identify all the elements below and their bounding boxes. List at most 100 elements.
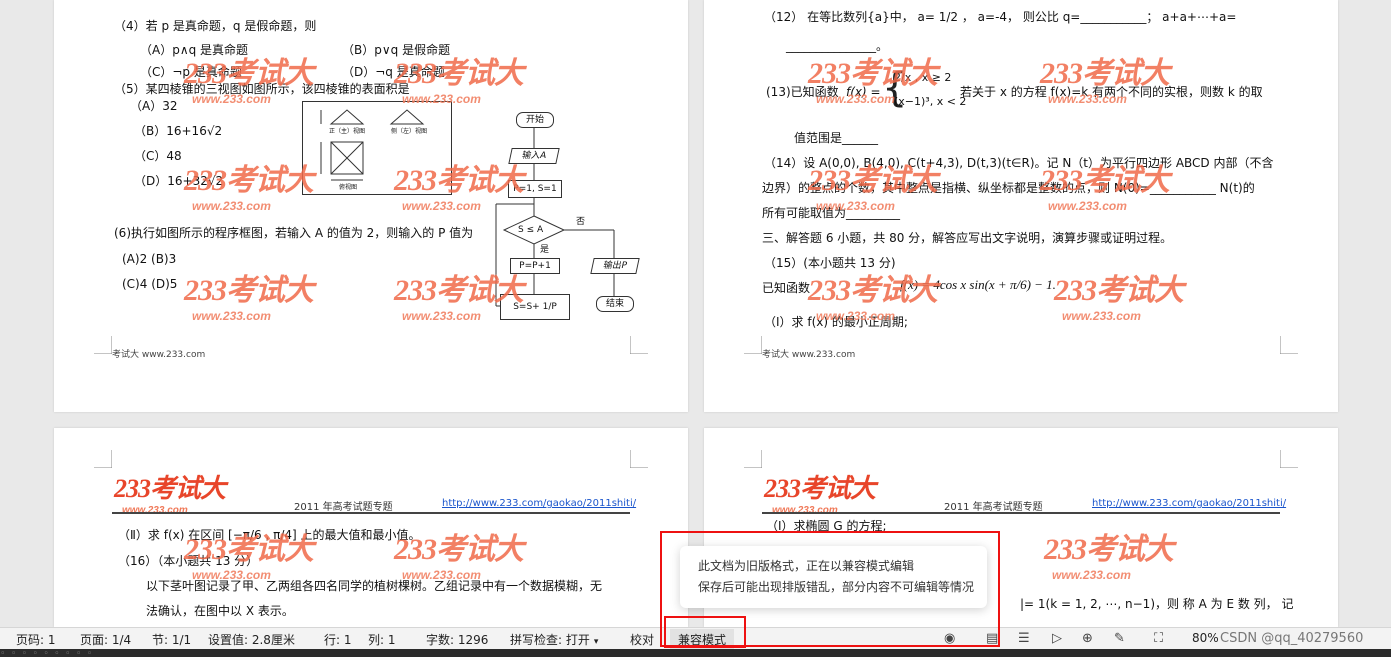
watermark-url: www.233.com xyxy=(1062,309,1141,323)
q13-range: 值范围是______ xyxy=(794,131,879,145)
watermark-logo: 233考试大 xyxy=(808,57,938,90)
watermark-url: www.233.com xyxy=(192,568,271,582)
fit-screen-icon[interactable]: ⛶ xyxy=(1154,631,1163,646)
front-view-label: 正（主）视图 xyxy=(329,128,366,135)
watermark: 233考试大 www.233.com xyxy=(394,524,524,582)
flow-start: 开始 xyxy=(516,112,554,128)
watermark-url: www.233.com xyxy=(402,309,481,323)
q5-option-a: （A）32 xyxy=(130,99,178,113)
page-footer: 考试大 www.233.com xyxy=(762,350,856,360)
status-zoom[interactable]: 80% xyxy=(1192,631,1219,645)
status-setting[interactable]: 设置值: 2.8厘米 xyxy=(208,631,295,648)
side-view-label: 侧（左）视图 xyxy=(391,128,428,135)
flow-end: 结束 xyxy=(596,296,634,312)
crop-mark-bl xyxy=(744,336,762,354)
highlight-compat-box xyxy=(664,616,746,648)
flow-no-label: 否 xyxy=(576,217,586,227)
watermark-url: www.233.com xyxy=(1048,199,1127,213)
outline-view-icon[interactable]: ☰ xyxy=(1018,631,1030,646)
watermark-url: www.233.com xyxy=(1052,568,1131,582)
watermark: 233考试大 www.233.com xyxy=(1040,48,1170,106)
header-title: 2011 年高考试题专题 xyxy=(944,502,1043,513)
console-text: ◦ ◦ ◦ ◦ ◦ ◦ ◦ ◦ ◦ xyxy=(0,649,93,657)
page-footer: 考试大 www.233.com xyxy=(112,350,206,360)
watermark-url: www.233.com xyxy=(816,199,895,213)
header-title: 2011 年高考试题专题 xyxy=(294,502,393,513)
chevron-down-icon: ▾ xyxy=(593,637,599,647)
status-col[interactable]: 列: 1 xyxy=(368,631,396,648)
watermark-url: www.233.com xyxy=(402,199,481,213)
header-rule xyxy=(112,512,630,514)
watermark-logo: 233考试大 xyxy=(808,164,938,197)
watermark: 233考试大 www.233.com xyxy=(1044,524,1174,582)
header-logo-text: 233考试大 xyxy=(114,474,226,503)
watermark-logo: 233考试大 xyxy=(394,164,524,197)
crop-mark-tr xyxy=(630,450,648,468)
status-pages[interactable]: 页面: 1/4 xyxy=(80,631,131,648)
top-view-label: 俯视图 xyxy=(339,184,358,191)
header-logo: 233考试大 www.233.com xyxy=(764,468,876,516)
csdn-credit: CSDN @qq_40279560 xyxy=(1220,631,1364,646)
flow-output: 输出P xyxy=(590,258,640,274)
watermark: 233考试大 www.233.com xyxy=(394,155,524,213)
flow-cond: S ≤ A xyxy=(518,225,544,235)
q12-text: （12） 在等比数列{a}中， a= 1/2 ， a=-4， 则公比 q=___… xyxy=(764,10,1237,24)
watermark-logo: 233考试大 xyxy=(394,57,524,90)
status-row[interactable]: 行: 1 xyxy=(324,631,352,648)
watermark-url: www.233.com xyxy=(192,309,271,323)
watermark: 233考试大 www.233.com xyxy=(184,155,314,213)
crop-mark-tr xyxy=(1280,450,1298,468)
q-sequence-tail: |= 1(k = 1, 2, ⋯, n−1)，则 称 A 为 E 数 列， 记 xyxy=(1020,597,1294,611)
header-logo-url: www.233.com xyxy=(122,505,188,516)
crop-mark-br xyxy=(630,336,648,354)
watermark-url: www.233.com xyxy=(192,92,271,106)
web-view-icon[interactable]: ⊕ xyxy=(1082,631,1093,646)
page-3: 233考试大 www.233.com 2011 年高考试题专题 http://ww… xyxy=(54,428,688,627)
crop-mark-tl xyxy=(744,450,762,468)
watermark-logo: 233考试大 xyxy=(394,274,524,307)
watermark-logo: 233考试大 xyxy=(184,57,314,90)
status-word-count[interactable]: 字数: 1296 xyxy=(426,631,488,648)
watermark-url: www.233.com xyxy=(816,92,895,106)
watermark: 233考试大 www.233.com xyxy=(184,265,314,323)
watermark: 233考试大 www.233.com xyxy=(184,48,314,106)
spell-check-label: 拼写检查: 打开 xyxy=(510,633,590,647)
header-logo-text: 233考试大 xyxy=(764,474,876,503)
q16-line2: 法确认，在图中以 X 表示。 xyxy=(146,604,294,618)
watermark: 233考试大 www.233.com xyxy=(1040,155,1170,213)
section3-heading: 三、解答题 6 小题，共 80 分，解答应写出文字说明，演算步骤或证明过程。 xyxy=(762,231,1173,245)
status-section[interactable]: 节: 1/1 xyxy=(152,631,191,648)
q4-text: （4）若 p 是真命题，q 是假命题，则 xyxy=(114,19,317,33)
watermark: 233考试大 www.233.com xyxy=(1054,265,1184,323)
watermark-url: www.233.com xyxy=(816,309,895,323)
status-spell-check[interactable]: 拼写检查: 打开 ▾ xyxy=(510,631,598,648)
watermark-logo: 233考试大 xyxy=(184,274,314,307)
q6-options-cd: (C)4 (D)5 xyxy=(122,277,178,291)
q15-func-label: 已知函数 xyxy=(762,281,811,295)
crop-mark-tl xyxy=(94,450,112,468)
header-link[interactable]: http://www.233.com/gaokao/2011shiti/ xyxy=(442,498,636,509)
crop-mark-br xyxy=(1280,336,1298,354)
page-2: （12） 在等比数列{a}中， a= 1/2 ， a=-4， 则公比 q=___… xyxy=(704,0,1338,412)
watermark-logo: 233考试大 xyxy=(1040,164,1170,197)
status-page[interactable]: 页码: 1 xyxy=(16,631,56,648)
watermark-url: www.233.com xyxy=(1048,92,1127,106)
watermark-logo: 233考试大 xyxy=(1044,533,1174,566)
crop-mark-bl xyxy=(94,336,112,354)
header-logo: 233考试大 www.233.com xyxy=(114,468,226,516)
watermark: 233考试大 www.233.com xyxy=(808,48,938,106)
q5-option-c: （C）48 xyxy=(134,149,182,163)
watermark-logo: 233考试大 xyxy=(1040,57,1170,90)
watermark-logo: 233考试大 xyxy=(394,533,524,566)
watermark: 233考试大 www.233.com xyxy=(394,48,524,106)
watermark: 233考试大 www.233.com xyxy=(808,155,938,213)
watermark-url: www.233.com xyxy=(402,92,481,106)
watermark: 233考试大 www.233.com xyxy=(808,265,938,323)
pen-icon[interactable]: ✎ xyxy=(1114,631,1125,646)
watermark-url: www.233.com xyxy=(192,199,271,213)
play-icon[interactable]: ▷ xyxy=(1052,631,1062,646)
header-rule xyxy=(762,512,1280,514)
watermark-logo: 233考试大 xyxy=(184,164,314,197)
status-proofread[interactable]: 校对 xyxy=(630,631,654,648)
header-link[interactable]: http://www.233.com/gaokao/2011shiti/ xyxy=(1092,498,1286,509)
